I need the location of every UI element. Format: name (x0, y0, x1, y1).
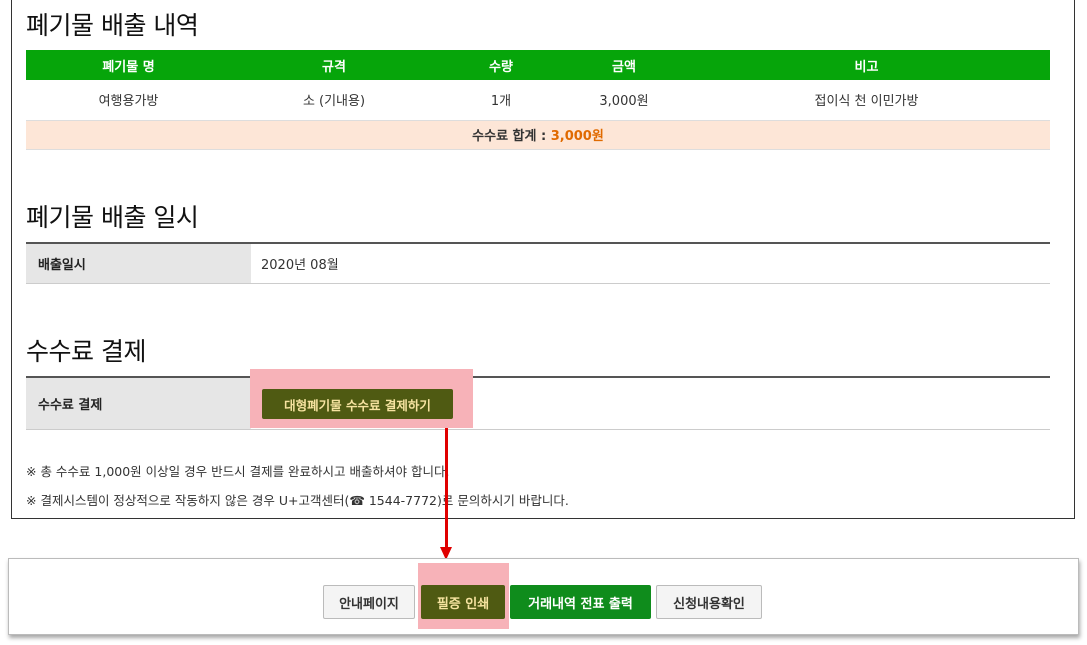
waste-history-title: 폐기물 배출 내역 (26, 11, 199, 40)
column-header-quantity: 수량 (437, 50, 565, 80)
fee-sum-label: 수수료 합계 : (472, 129, 551, 144)
waste-table: 폐기물 명 규격 수량 금액 비고 여행용가방 소 (기내용) 1개 3,000… (26, 50, 1050, 150)
guide-page-button[interactable]: 안내페이지 (323, 585, 415, 619)
cell-waste-name: 여행용가방 (26, 80, 231, 121)
print-receipt-button[interactable]: 필증 인쇄 (421, 585, 505, 619)
emission-date-label: 배출일시 (26, 244, 251, 283)
waste-table-header-row: 폐기물 명 규격 수량 금액 비고 (26, 50, 1050, 80)
confirm-application-button[interactable]: 신청내용확인 (656, 585, 762, 619)
cell-quantity: 1개 (437, 80, 565, 121)
waste-date-title: 폐기물 배출 일시 (26, 203, 199, 232)
transaction-print-button[interactable]: 거래내역 전표 출력 (510, 585, 651, 619)
column-header-name: 폐기물 명 (26, 50, 231, 80)
waste-detail-panel: 폐기물 배출 내역 폐기물 명 규격 수량 금액 비고 여행용가방 소 (기내용… (11, 0, 1075, 519)
fee-sum-row: 수수료 합계 : 3,000원 (26, 120, 1050, 150)
column-header-spec: 규격 (231, 50, 437, 80)
note-payment-required: ※ 총 수수료 1,000원 이상일 경우 반드시 결제를 완료하시고 배출하셔… (26, 464, 450, 479)
fee-payment-row: 수수료 결제 (26, 376, 1050, 430)
cell-note: 접이식 천 이민가방 (683, 80, 1050, 121)
arrow-line (445, 428, 448, 548)
note-customer-center: ※ 결제시스템이 정상적으로 작동하지 않은 경우 U+고객센터(☎ 1544-… (26, 493, 569, 508)
emission-date-row: 배출일시 2020년 08월 (26, 242, 1050, 284)
emission-date-value: 2020년 08월 (261, 258, 339, 273)
pay-fee-button[interactable]: 대형폐기물 수수료 결제하기 (262, 389, 453, 419)
fee-payment-title: 수수료 결제 (26, 337, 146, 366)
fee-sum-cell: 수수료 합계 : 3,000원 (26, 120, 1050, 150)
table-row: 여행용가방 소 (기내용) 1개 3,000원 접이식 천 이민가방 (26, 80, 1050, 121)
cell-spec: 소 (기내용) (231, 80, 437, 121)
fee-payment-label: 수수료 결제 (26, 378, 251, 429)
fee-sum-value: 3,000원 (550, 129, 604, 144)
column-header-amount: 금액 (565, 50, 683, 80)
column-header-note: 비고 (683, 50, 1050, 80)
cell-amount: 3,000원 (565, 80, 683, 121)
